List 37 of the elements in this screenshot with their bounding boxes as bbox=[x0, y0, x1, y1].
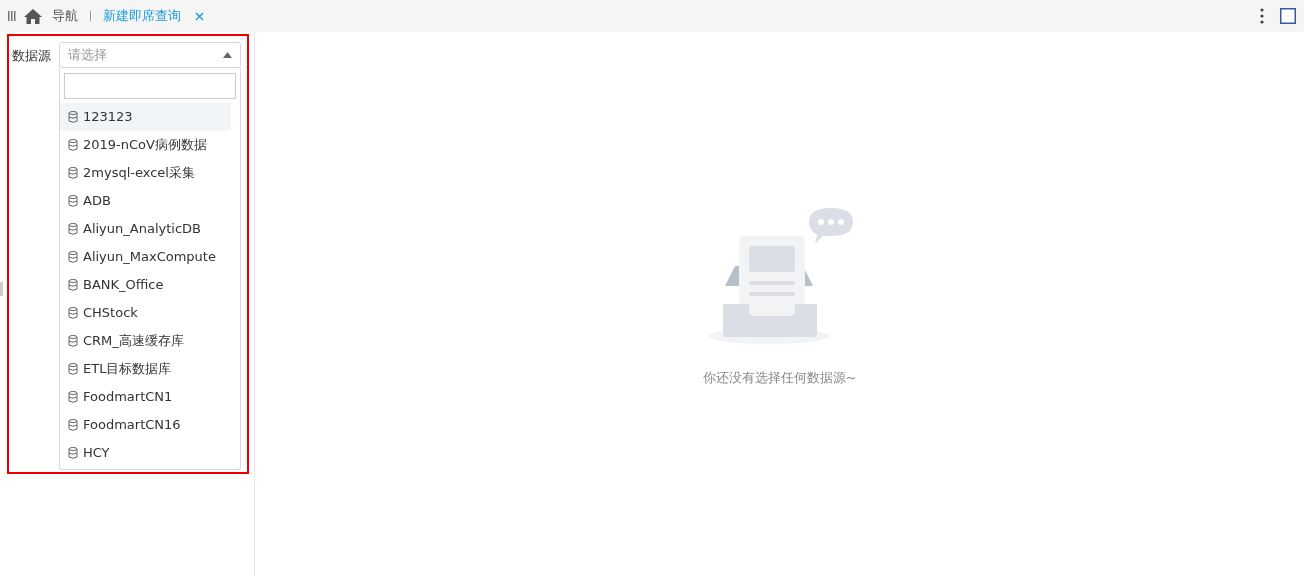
datasource-option[interactable]: FoodmartCN16 bbox=[60, 411, 231, 439]
database-icon bbox=[68, 251, 78, 263]
database-icon bbox=[68, 111, 78, 123]
datasource-option[interactable]: CRM_高速缓存库 bbox=[60, 327, 231, 355]
datasource-option[interactable]: ADB bbox=[60, 187, 231, 215]
datasource-option[interactable]: BANK_Office bbox=[60, 271, 231, 299]
database-icon bbox=[68, 307, 78, 319]
database-icon bbox=[68, 223, 78, 235]
search-field[interactable] bbox=[64, 73, 236, 99]
collapse-handle[interactable] bbox=[0, 282, 3, 296]
database-icon bbox=[68, 391, 78, 403]
database-icon bbox=[68, 195, 78, 207]
datasource-option[interactable]: Aliyun_AnalyticDB bbox=[60, 215, 231, 243]
close-icon[interactable] bbox=[195, 11, 204, 21]
maximize-icon[interactable] bbox=[1280, 8, 1296, 24]
datasource-option[interactable]: FoodmartCN1 bbox=[60, 383, 231, 411]
caret-icon bbox=[223, 52, 232, 58]
datasource-option[interactable]: Aliyun_MaxCompute bbox=[60, 243, 231, 271]
datasource-option[interactable]: 2mysql-excel采集 bbox=[60, 159, 231, 187]
field-label: 数据源 bbox=[12, 47, 51, 65]
datasource-option[interactable]: CHStock bbox=[60, 299, 231, 327]
database-icon bbox=[68, 139, 78, 151]
datasource-option[interactable]: 2019-nCoV病例数据 bbox=[60, 131, 231, 159]
datasource-option[interactable]: HCY bbox=[60, 439, 231, 467]
database-icon bbox=[68, 335, 78, 347]
database-icon bbox=[68, 279, 78, 291]
empty-message: 你还没有选择任何数据源~ bbox=[702, 369, 857, 387]
tab[interactable]: 导航 bbox=[48, 6, 82, 26]
home-icon bbox=[24, 8, 42, 24]
datasource-option[interactable]: 123123 bbox=[60, 103, 231, 131]
database-icon bbox=[68, 363, 78, 375]
database-icon bbox=[68, 419, 78, 431]
grip-icon[interactable] bbox=[8, 11, 16, 21]
database-icon bbox=[68, 167, 78, 179]
more-icon[interactable] bbox=[1260, 8, 1264, 24]
datasource-option[interactable]: ETL目标数据库 bbox=[60, 355, 231, 383]
database-icon bbox=[68, 447, 78, 459]
